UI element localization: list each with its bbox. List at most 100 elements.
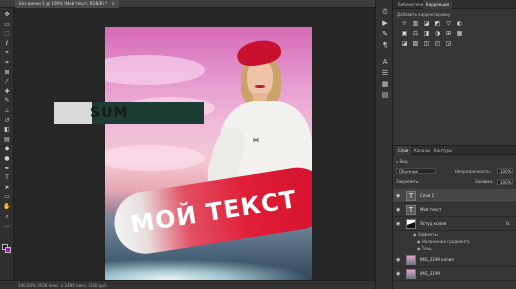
layer-thumbnail: T (406, 205, 416, 215)
tab-libraries[interactable]: Библиотеки (395, 0, 426, 9)
move-tool[interactable]: ✥ (3, 12, 11, 18)
tab-paths[interactable]: Контуры (431, 146, 455, 155)
adjustment-6-icon[interactable]: ▣ (401, 31, 408, 37)
tab-channels[interactable]: Каналы (411, 146, 433, 155)
layer-name: Мой текст (420, 207, 442, 212)
adjustment-9-icon[interactable]: ◑ (434, 31, 441, 37)
pen-tool[interactable]: ✒ (3, 165, 11, 172)
sunglasses-icon: ⋈ (253, 137, 259, 144)
marquee-tool[interactable]: ⬚ (3, 31, 11, 37)
stamp-tool[interactable]: ⊥ (3, 108, 11, 114)
stray-text: SUM (90, 105, 129, 121)
effect-item[interactable]: ◉ Наложение градиента (393, 238, 516, 245)
eye-icon[interactable]: ◉ (396, 193, 402, 199)
adjustment-14-icon[interactable]: ◫ (423, 41, 430, 47)
dodge-tool[interactable]: ● (3, 156, 11, 162)
artboard-tool[interactable]: ▭ (3, 21, 11, 28)
adjustment-4-icon[interactable]: ▽ (445, 21, 452, 27)
shape-tool[interactable]: ▭ (3, 194, 11, 200)
layer-row[interactable]: ◉ IMG_2199 копия (393, 253, 516, 267)
type-tool[interactable]: T (3, 175, 11, 181)
background-color-swatch[interactable] (5, 247, 11, 253)
cloud (105, 55, 205, 85)
layer-row[interactable]: ◉ T Слой 1 (393, 189, 516, 203)
close-icon[interactable]: × (111, 1, 114, 6)
document-tab-title: Без имени-1 @ 100% (Мой текст, RGB/8) * (19, 1, 108, 6)
layer-thumbnail (406, 219, 416, 229)
healing-brush-tool[interactable]: ✚ (3, 88, 11, 95)
layer-row[interactable]: ◉ T Мой текст (393, 203, 516, 217)
lasso-tool[interactable]: ℓ (3, 40, 11, 47)
adjustment-15-icon[interactable]: ◰ (434, 41, 441, 47)
blend-mode-select[interactable]: Обычные (396, 168, 436, 174)
adjustment-11-icon[interactable]: ▦ (456, 31, 463, 37)
path-select-tool[interactable]: ➤ (3, 184, 11, 191)
tab-layers[interactable]: Слои (395, 146, 412, 155)
brush-settings-icon[interactable]: ✎ (381, 30, 389, 38)
lips (255, 85, 265, 88)
opacity-label: Непрозрачность: (455, 169, 491, 174)
adjustment-0-icon[interactable]: ☼ (401, 21, 408, 27)
eye-icon[interactable]: ◉ (396, 221, 402, 227)
woman-photo: ⋈ (202, 27, 312, 281)
gradients-icon[interactable]: ▤ (381, 91, 389, 99)
effect-item[interactable]: ◉ Тень (393, 245, 516, 252)
stray-text-strip[interactable]: SUM (54, 102, 204, 124)
character-icon[interactable]: A (381, 58, 389, 66)
history-icon[interactable]: ⏱ (381, 8, 389, 16)
layer-filter[interactable]: ⌕ Вид (396, 158, 408, 165)
layer-name: IMG_2199 (420, 271, 440, 276)
layer-row[interactable]: ◉ Ястуц копия fx (393, 217, 516, 231)
fill-input[interactable]: 100% (497, 179, 513, 185)
frame-tool[interactable]: ⊠ (3, 69, 11, 76)
gradient-tool[interactable]: ▤ (3, 136, 11, 143)
document-tab[interactable]: Без имени-1 @ 100% (Мой текст, RGB/8) * … (15, 0, 119, 8)
tab-adjustments[interactable]: Коррекция (423, 0, 452, 9)
zoom-tool[interactable]: ⌕ (3, 213, 11, 220)
document-tab-bar: Без имени-1 @ 100% (Мой текст, RGB/8) * … (0, 0, 375, 8)
properties-icon[interactable]: ☰ (381, 69, 389, 77)
adjustment-8-icon[interactable]: ◨ (423, 31, 430, 37)
effect-label: Наложение градиента (421, 239, 470, 244)
adjustment-13-icon[interactable]: ▧ (412, 41, 419, 47)
adjustment-1-icon[interactable]: ▥ (412, 21, 419, 27)
more-tools[interactable]: … (3, 223, 11, 229)
fx-icon[interactable]: fx (506, 217, 510, 231)
document-canvas[interactable]: ⋈ МОЙ ТЕКСТ (105, 27, 312, 281)
adjustments-panel: Библиотеки Коррекция Добавить корректиро… (393, 0, 516, 146)
opacity-input[interactable]: 100% (497, 168, 513, 174)
hand-tool[interactable]: ✋ (3, 204, 11, 210)
layers-tabs: Слои Каналы Контуры (393, 146, 516, 155)
paragraph-icon[interactable]: ¶ (381, 41, 389, 49)
adjustment-3-icon[interactable]: ◩ (434, 21, 441, 27)
brush-tool[interactable]: ✎ (3, 98, 11, 104)
effect-label: Тень (421, 246, 432, 251)
adjustments-tabs: Библиотеки Коррекция (393, 0, 516, 9)
eraser-tool[interactable]: ◧ (3, 127, 11, 133)
effects-header[interactable]: ◉ Эффекты (393, 231, 516, 238)
layer-thumbnail: T (406, 191, 416, 201)
history-brush-tool[interactable]: ↺ (3, 117, 11, 124)
fill-label: Заливка: (475, 179, 494, 184)
eye-icon[interactable]: ◉ (396, 257, 402, 263)
adjustment-10-icon[interactable]: ⊞ (445, 31, 452, 37)
adjustment-7-icon[interactable]: ⚖ (412, 31, 419, 37)
banner-text: МОЙ ТЕКСТ (128, 184, 299, 239)
adjustment-5-icon[interactable]: ◐ (456, 21, 463, 27)
layer-name: Ястуц копия (420, 221, 447, 226)
crop-tool[interactable]: ⌗ (3, 60, 11, 66)
adjustment-16-icon[interactable]: ◲ (445, 41, 452, 47)
actions-icon[interactable]: ▶ (381, 19, 389, 27)
eyedropper-tool[interactable]: ⁄ (3, 79, 11, 85)
eye-icon[interactable]: ◉ (396, 271, 402, 277)
tools-panel: ✥ ▭ ⬚ ℓ ⌖ ⌗ ⊠ ⁄ ✚ ✎ ⊥ ↺ ◧ ▤ ◆ ● ✒ T ➤ ▭ ✋ ⌕ … (0, 8, 14, 289)
adjustment-12-icon[interactable]: ◪ (401, 41, 408, 47)
eye-icon[interactable]: ◉ (396, 207, 402, 213)
swatches-icon[interactable]: ▦ (381, 80, 389, 88)
adjustment-2-icon[interactable]: ◪ (423, 21, 430, 27)
layer-row[interactable]: ◉ IMG_2199 (393, 267, 516, 281)
layer-filter-label: Вид (399, 159, 408, 164)
blur-tool[interactable]: ◆ (3, 146, 11, 152)
canvas-area: ⋈ МОЙ ТЕКСТ SUM (14, 8, 375, 281)
quick-select-tool[interactable]: ⌖ (3, 50, 11, 56)
